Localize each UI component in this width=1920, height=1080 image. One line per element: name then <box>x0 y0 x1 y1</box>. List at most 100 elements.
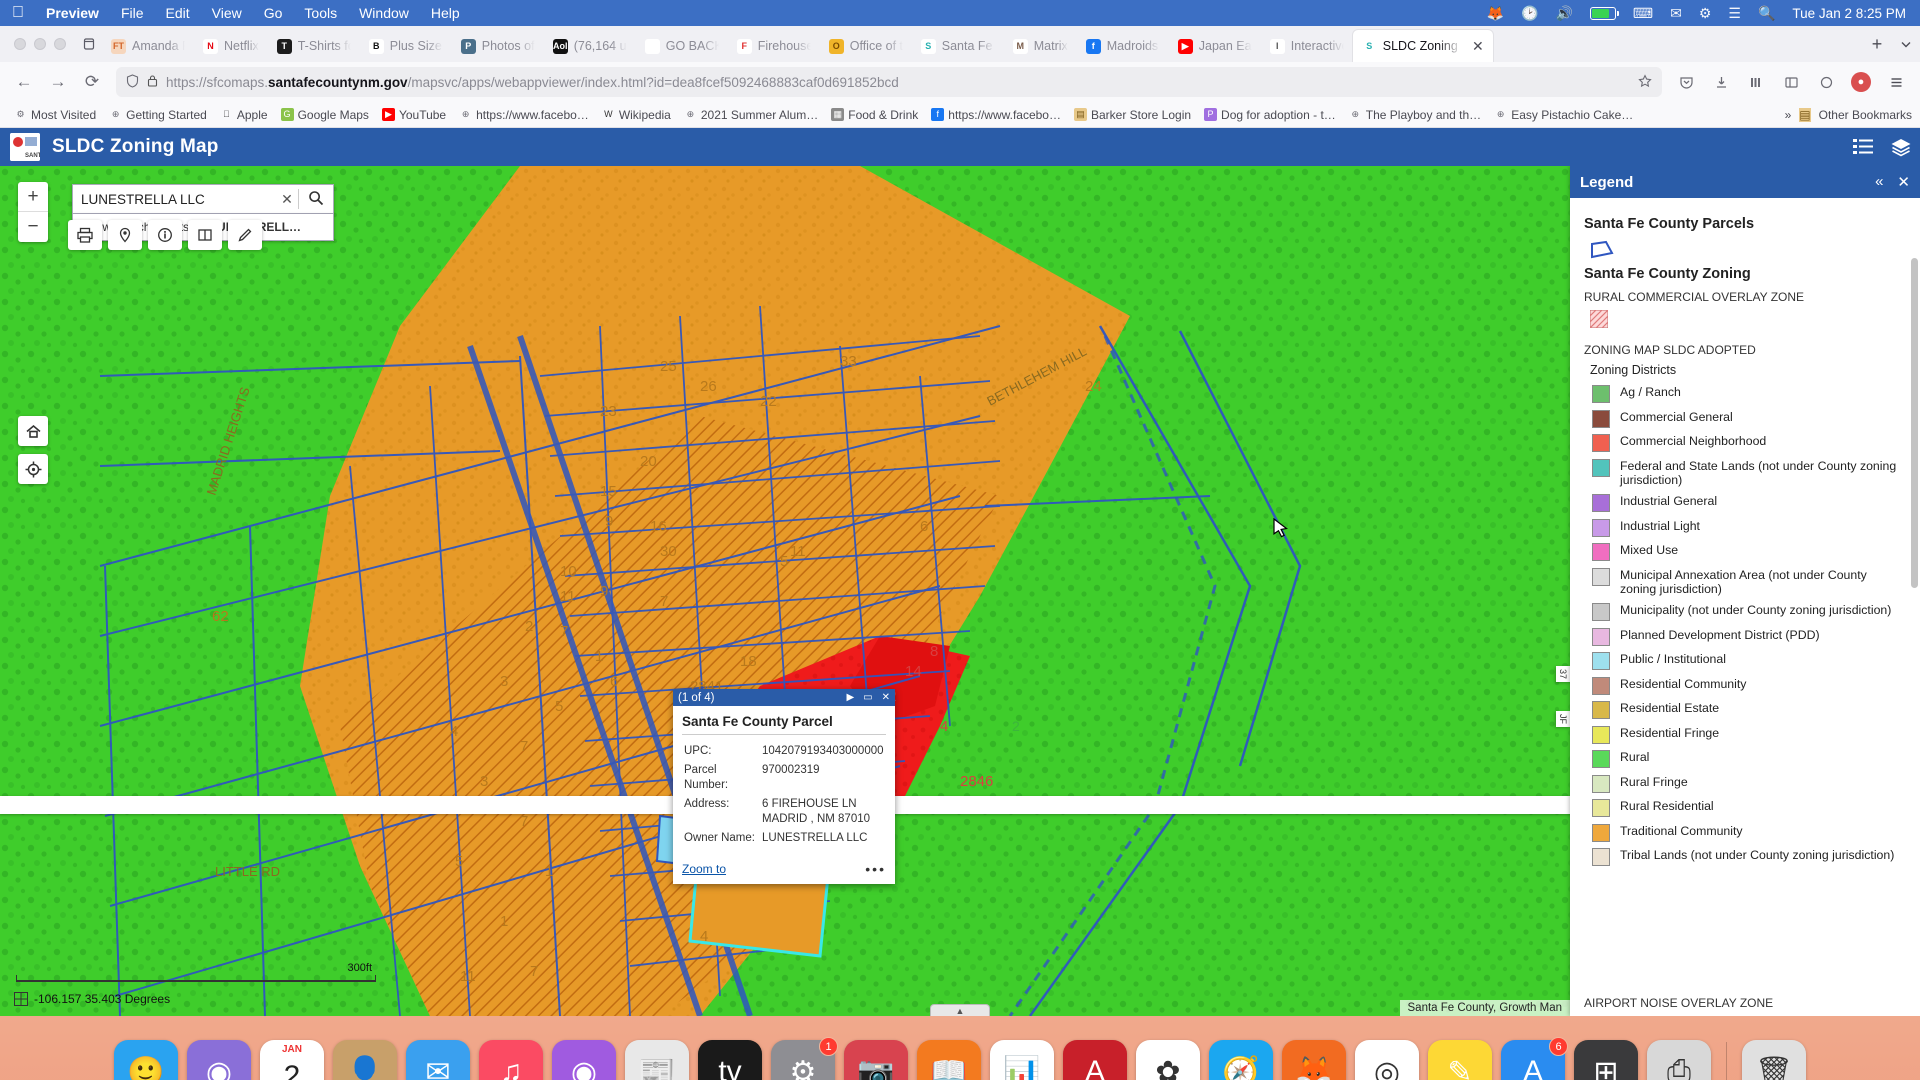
firefox-menubar-icon[interactable]: 🦊 <box>1487 5 1504 22</box>
dock-icon-news[interactable]: 📰 <box>625 1040 689 1080</box>
legend-close-button[interactable]: ✕ <box>1897 173 1910 191</box>
tab-overflow-menu-icon[interactable] <box>1892 26 1920 62</box>
dock-icon-safari[interactable]: 🧭 <box>1209 1040 1273 1080</box>
feature-popup[interactable]: (1 of 4) ▶ ▭ ✕ Santa Fe County Parcel UP… <box>673 689 895 885</box>
home-button[interactable] <box>18 416 48 446</box>
back-button[interactable]: ← <box>8 67 40 97</box>
layers-toggle-icon[interactable] <box>1890 137 1912 157</box>
dock-icon-trash[interactable]: 🗑 <box>1742 1040 1806 1080</box>
close-window-button[interactable] <box>14 38 26 50</box>
menu-item-tools[interactable]: Tools <box>304 5 337 21</box>
list-all-tabs-icon[interactable] <box>76 26 102 62</box>
bookmark-item[interactable]: ▦ Food & Drink <box>825 106 924 124</box>
browser-tab[interactable]: P Photos of Ch <box>452 30 544 62</box>
zoom-to-link[interactable]: Zoom to <box>682 862 726 876</box>
bookmark-item[interactable]: Apple <box>214 106 274 124</box>
wifi-icon[interactable]: ☰ <box>1728 5 1741 22</box>
downloads-icon[interactable] <box>1705 67 1737 97</box>
dock-icon-apple-tv[interactable]: tv <box>698 1040 762 1080</box>
address-bar[interactable]: https://sfcomaps.santafecountynm.gov/map… <box>116 67 1662 97</box>
map-tool-tray[interactable] <box>68 220 262 250</box>
legend-collapse-button[interactable]: « <box>1875 173 1883 191</box>
menu-item-help[interactable]: Help <box>431 5 460 21</box>
dock-icon-acrobat-reader[interactable]: A <box>1063 1040 1127 1080</box>
popup-maximize-button[interactable]: ▭ <box>863 692 872 703</box>
new-tab-button[interactable]: + <box>1862 26 1892 62</box>
spotlight-icon[interactable]: 🔍 <box>1758 5 1775 22</box>
menu-item-preview[interactable]: Preview <box>46 5 99 21</box>
measure-icon[interactable] <box>108 220 142 250</box>
info-icon[interactable] <box>148 220 182 250</box>
dock-icon-notes[interactable]: ✎ <box>1428 1040 1492 1080</box>
reload-button[interactable]: ⟳ <box>76 67 108 97</box>
account-avatar[interactable]: ● <box>1845 67 1877 97</box>
window-traffic-lights[interactable] <box>10 26 76 62</box>
popup-close-button[interactable]: ✕ <box>882 692 890 703</box>
bottom-panel-handle[interactable]: ▲ <box>930 1004 990 1016</box>
browser-tab[interactable]: F Firehouse La <box>728 30 820 62</box>
lock-icon[interactable] <box>147 74 158 90</box>
coordinate-readout[interactable]: -106.157 35.403 Degrees <box>14 992 170 1006</box>
other-bookmarks-label[interactable]: Other Bookmarks <box>1819 108 1912 122</box>
menu-item-go[interactable]: Go <box>264 5 283 21</box>
dock-icon-calculator[interactable]: ⊞ <box>1574 1040 1638 1080</box>
browser-tab[interactable]: S SLDC Zoning Map ✕ <box>1352 30 1493 62</box>
pocket-icon[interactable] <box>1670 67 1702 97</box>
bookmark-item[interactable]: P Dog for adoption - t… <box>1198 106 1342 124</box>
dock-icon-mail[interactable]: ✉ <box>406 1040 470 1080</box>
bookmark-item[interactable]: W Wikipedia <box>596 106 677 124</box>
library-icon[interactable] <box>1740 67 1772 97</box>
edge-tab-2[interactable]: JF <box>1556 711 1570 727</box>
close-tab-icon[interactable]: ✕ <box>1468 38 1484 55</box>
browser-tab[interactable]: GO BACK TO CL <box>636 30 728 62</box>
keyboard-icon[interactable]: ⌨ <box>1633 5 1653 22</box>
menu-item-edit[interactable]: Edit <box>166 5 190 21</box>
bookmark-item[interactable]: ▶ YouTube <box>376 106 452 124</box>
draw-icon[interactable] <box>228 220 262 250</box>
maximize-window-button[interactable] <box>54 38 66 50</box>
bookmark-item[interactable]: ⊕ The Playboy and th… <box>1343 106 1487 124</box>
dock-icon-photos[interactable]: ✿ <box>1136 1040 1200 1080</box>
browser-tab[interactable]: M Matrix <box>1004 30 1077 62</box>
edge-tab-1[interactable]: 37 <box>1556 666 1570 683</box>
zoom-out-button[interactable]: − <box>18 212 48 242</box>
menu-item-file[interactable]: File <box>121 5 144 21</box>
browser-tab[interactable]: Aol (76,164 unre <box>544 30 636 62</box>
zoom-in-button[interactable]: + <box>18 182 48 212</box>
dock-icon-books[interactable]: 📖 <box>917 1040 981 1080</box>
bookmark-item[interactable]: ⊕ https://www.facebo… <box>453 106 595 124</box>
print-icon[interactable] <box>68 220 102 250</box>
dock-icon-app-store[interactable]: A6 <box>1501 1037 1568 1080</box>
clear-search-icon[interactable]: ✕ <box>276 191 298 208</box>
dock-icon-system-preferences[interactable]: ⚙ 1 <box>771 1037 838 1080</box>
popup-next-button[interactable]: ▶ <box>846 692 854 703</box>
bookmark-item[interactable]: ⊕ 2021 Summer Alum… <box>678 106 824 124</box>
search-widget[interactable]: ✕ <box>72 184 334 214</box>
menu-bar-clock[interactable]: Tue Jan 2 8:25 PM <box>1792 6 1906 21</box>
zoom-controls[interactable]: + − <box>18 182 48 242</box>
search-icon[interactable] <box>299 190 333 209</box>
forward-button[interactable]: → <box>42 67 74 97</box>
menu-item-window[interactable]: Window <box>359 5 409 21</box>
time-machine-icon[interactable]: 🕑 <box>1521 5 1538 22</box>
bookmark-star-icon[interactable] <box>1638 73 1652 91</box>
browser-tab[interactable]: T T-Shirts for <box>268 30 360 62</box>
bookmark-item[interactable]: f https://www.facebo… <box>925 106 1067 124</box>
app-menu-icon[interactable] <box>1880 67 1912 97</box>
dock-icon-numbers[interactable]: 📊 <box>990 1040 1054 1080</box>
legend-scrollbar[interactable] <box>1911 258 1918 988</box>
dock-icon-firefox[interactable]: 🦊 <box>1282 1040 1346 1080</box>
browser-tab[interactable]: N Netflix <box>194 30 268 62</box>
basemap-icon[interactable] <box>188 220 222 250</box>
bookmark-item[interactable]: ⊕ Getting Started <box>103 106 213 124</box>
bookmark-item[interactable]: G Google Maps <box>275 106 375 124</box>
menu-item-view[interactable]: View <box>212 5 242 21</box>
extension-icon[interactable] <box>1810 67 1842 97</box>
popup-more-actions-icon[interactable]: ••• <box>865 862 886 877</box>
dock-icon-siri[interactable]: ◉ <box>187 1040 251 1080</box>
shield-icon[interactable] <box>126 73 139 91</box>
dock-icon-photo-booth[interactable]: 📷 <box>844 1040 908 1080</box>
minimize-window-button[interactable] <box>34 38 46 50</box>
dock-icon-contacts[interactable]: 👤 <box>333 1040 397 1080</box>
sidebar-icon[interactable] <box>1775 67 1807 97</box>
